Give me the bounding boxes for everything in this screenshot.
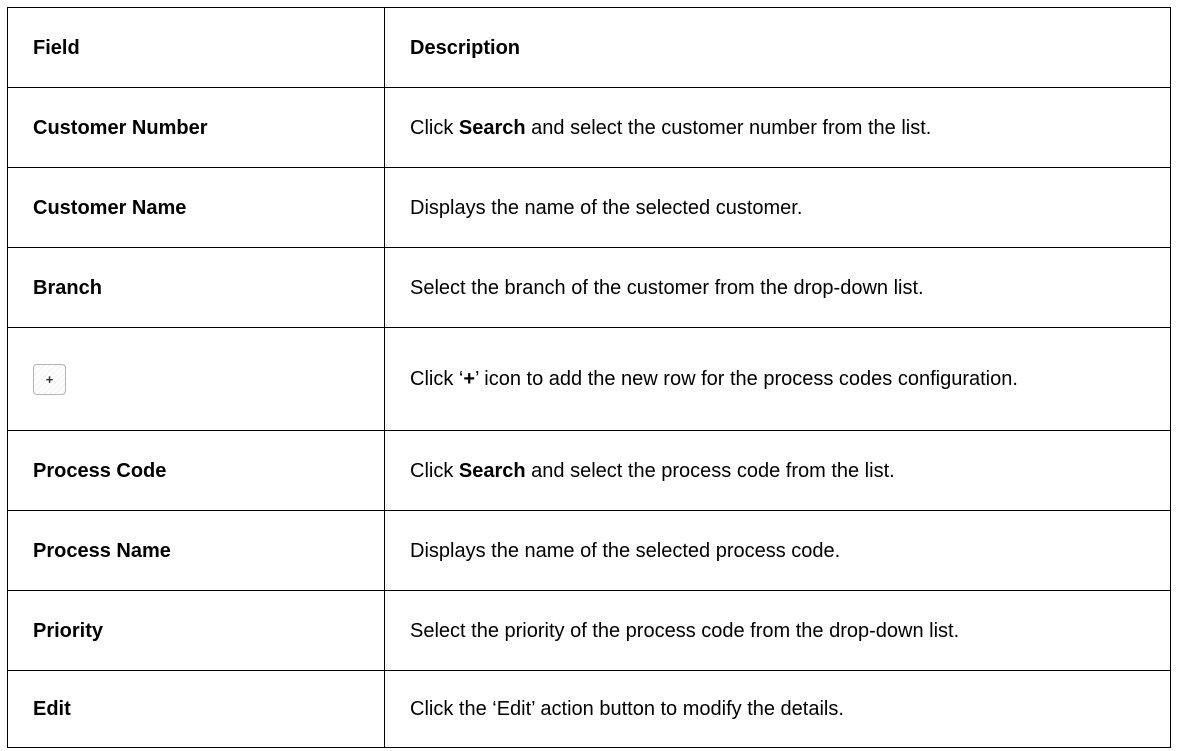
table-header-row: Field Description [7,7,1171,88]
table-row: Edit Click the ‘Edit’ action button to m… [7,670,1171,748]
description-emphasis: + [463,368,476,390]
description-customer-name: Displays the name of the selected custom… [384,167,1171,248]
description-add-row: Click ‘+’ icon to add the new row for th… [384,327,1171,431]
field-edit: Edit [7,670,385,748]
table-row: Process Name Displays the name of the se… [7,510,1171,591]
field-priority: Priority [7,590,385,671]
header-description: Description [384,7,1171,88]
description-priority: Select the priority of the process code … [384,590,1171,671]
description-text: ’ icon to add the new row for the proces… [475,368,1018,390]
header-field: Field [7,7,385,88]
field-description-table: Field Description Customer Number Click … [7,7,1171,748]
description-text: Click ‘ [410,368,464,390]
description-emphasis: Search [458,116,526,139]
field-process-name: Process Name [7,510,385,591]
plus-icon: + [33,363,66,395]
field-customer-number: Customer Number [7,87,385,168]
table-row: Branch Select the branch of the customer… [7,247,1171,328]
table-row: + Click ‘+’ icon to add the new row for … [7,327,1171,431]
table-row: Customer Number Click Search and select … [7,87,1171,168]
description-process-code: Click Search and select the process code… [384,430,1171,511]
description-process-name: Displays the name of the selected proces… [384,510,1171,591]
description-text: and select the process code from the lis… [525,459,895,482]
field-branch: Branch [7,247,385,328]
table-row: Customer Name Displays the name of the s… [7,167,1171,248]
field-customer-name: Customer Name [7,167,385,248]
description-edit: Click the ‘Edit’ action button to modify… [384,670,1171,748]
field-add-row: + [7,327,385,431]
description-text: Click [410,459,459,482]
description-branch: Select the branch of the customer from t… [384,247,1171,328]
table-row: Priority Select the priority of the proc… [7,590,1171,671]
description-customer-number: Click Search and select the customer num… [384,87,1171,168]
field-process-code: Process Code [7,430,385,511]
table-row: Process Code Click Search and select the… [7,430,1171,511]
description-emphasis: Search [458,459,526,482]
description-text: and select the customer number from the … [525,116,932,139]
description-text: Click [410,116,459,139]
